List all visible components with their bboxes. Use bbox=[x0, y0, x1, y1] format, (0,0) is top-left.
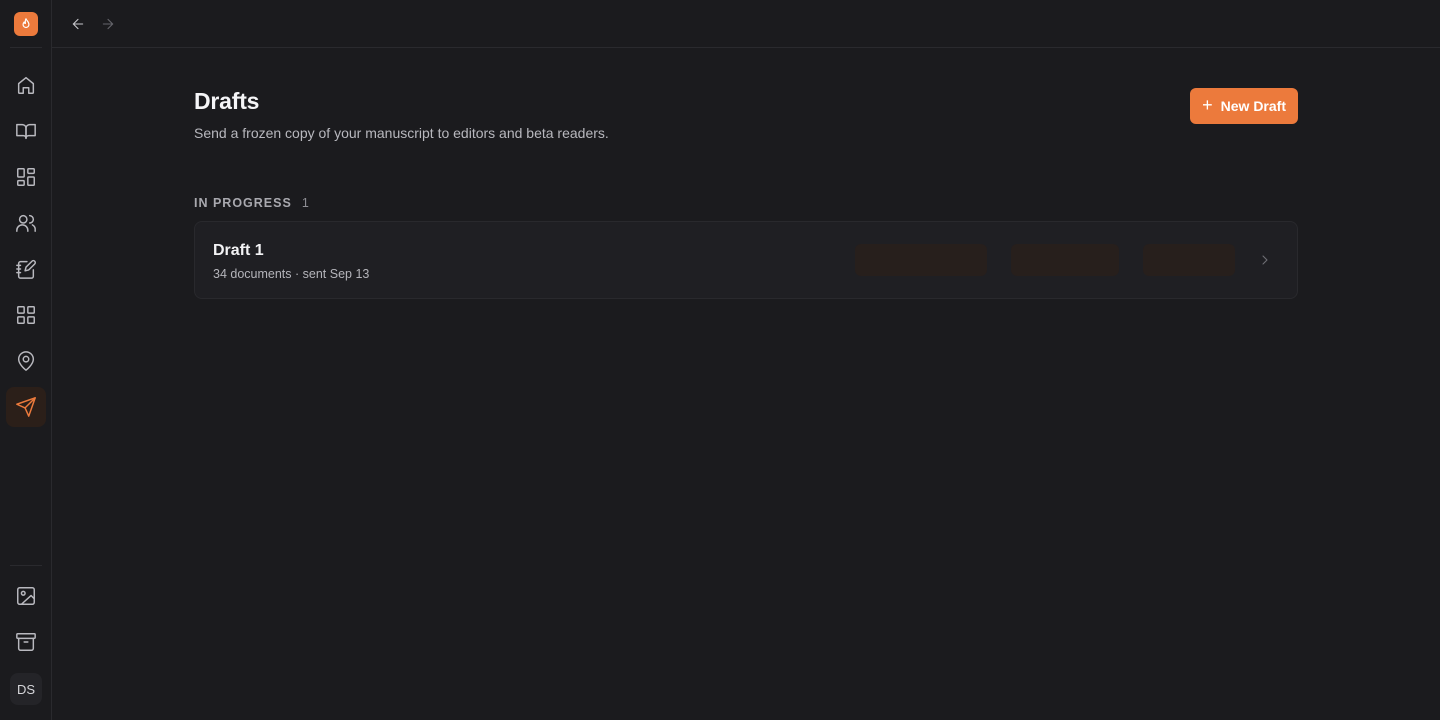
draft-name: Draft 1 bbox=[213, 242, 264, 259]
plus-icon: + bbox=[1202, 95, 1213, 115]
sidebar-item-notes[interactable] bbox=[6, 249, 46, 289]
top-bar bbox=[52, 0, 1440, 48]
drafts-page: Drafts Send a frozen copy of your manusc… bbox=[194, 88, 1298, 299]
sidebar-item-home[interactable] bbox=[6, 65, 46, 105]
image-icon bbox=[17, 587, 35, 605]
loading-placeholder bbox=[855, 244, 987, 276]
forward-button[interactable] bbox=[96, 12, 120, 36]
sidebar-item-drafts[interactable] bbox=[6, 387, 46, 427]
arrow-left-icon bbox=[72, 18, 84, 30]
new-draft-label: New Draft bbox=[1220, 98, 1286, 114]
send-icon bbox=[16, 397, 36, 417]
archive-icon bbox=[16, 633, 36, 651]
draft-meta: 34 documents · sent Sep 13 bbox=[213, 267, 370, 281]
sidebar-item-board[interactable] bbox=[6, 157, 46, 197]
flame-icon bbox=[22, 18, 30, 29]
sidebar-item-manuscript[interactable] bbox=[6, 111, 46, 151]
sidebar: DS bbox=[0, 0, 52, 720]
sidebar-item-collections[interactable] bbox=[6, 295, 46, 335]
page-title: Drafts bbox=[194, 88, 260, 114]
home-icon bbox=[17, 76, 35, 94]
book-open-icon bbox=[16, 123, 36, 140]
sidebar-item-images[interactable] bbox=[6, 576, 46, 616]
sidebar-item-archive[interactable] bbox=[6, 622, 46, 662]
chevron-right-icon bbox=[1257, 252, 1273, 268]
loading-placeholder bbox=[1011, 244, 1119, 276]
sidebar-item-locations[interactable] bbox=[6, 341, 46, 381]
app-logo[interactable] bbox=[14, 12, 38, 36]
user-avatar[interactable]: DS bbox=[10, 673, 42, 705]
draft-card[interactable]: Draft 1 34 documents · sent Sep 13 bbox=[194, 221, 1298, 299]
layout-dashboard-icon bbox=[17, 168, 35, 186]
loading-placeholder bbox=[1143, 244, 1235, 276]
back-button[interactable] bbox=[66, 12, 90, 36]
arrow-right-icon bbox=[102, 18, 114, 30]
notebook-pen-icon bbox=[16, 259, 36, 279]
sidebar-divider-bottom bbox=[10, 565, 42, 566]
page-subtitle: Send a frozen copy of your manuscript to… bbox=[194, 125, 609, 141]
section-count: 1 bbox=[301, 196, 309, 210]
sidebar-item-characters[interactable] bbox=[6, 203, 46, 243]
new-draft-button[interactable]: + New Draft bbox=[1190, 88, 1298, 124]
grid-icon bbox=[17, 306, 35, 324]
section-label: IN PROGRESS bbox=[194, 196, 292, 210]
section-header-in-progress: IN PROGRESS 1 bbox=[194, 196, 1298, 210]
map-pin-icon bbox=[17, 351, 35, 371]
users-icon bbox=[16, 214, 36, 232]
sidebar-divider bbox=[10, 47, 42, 48]
